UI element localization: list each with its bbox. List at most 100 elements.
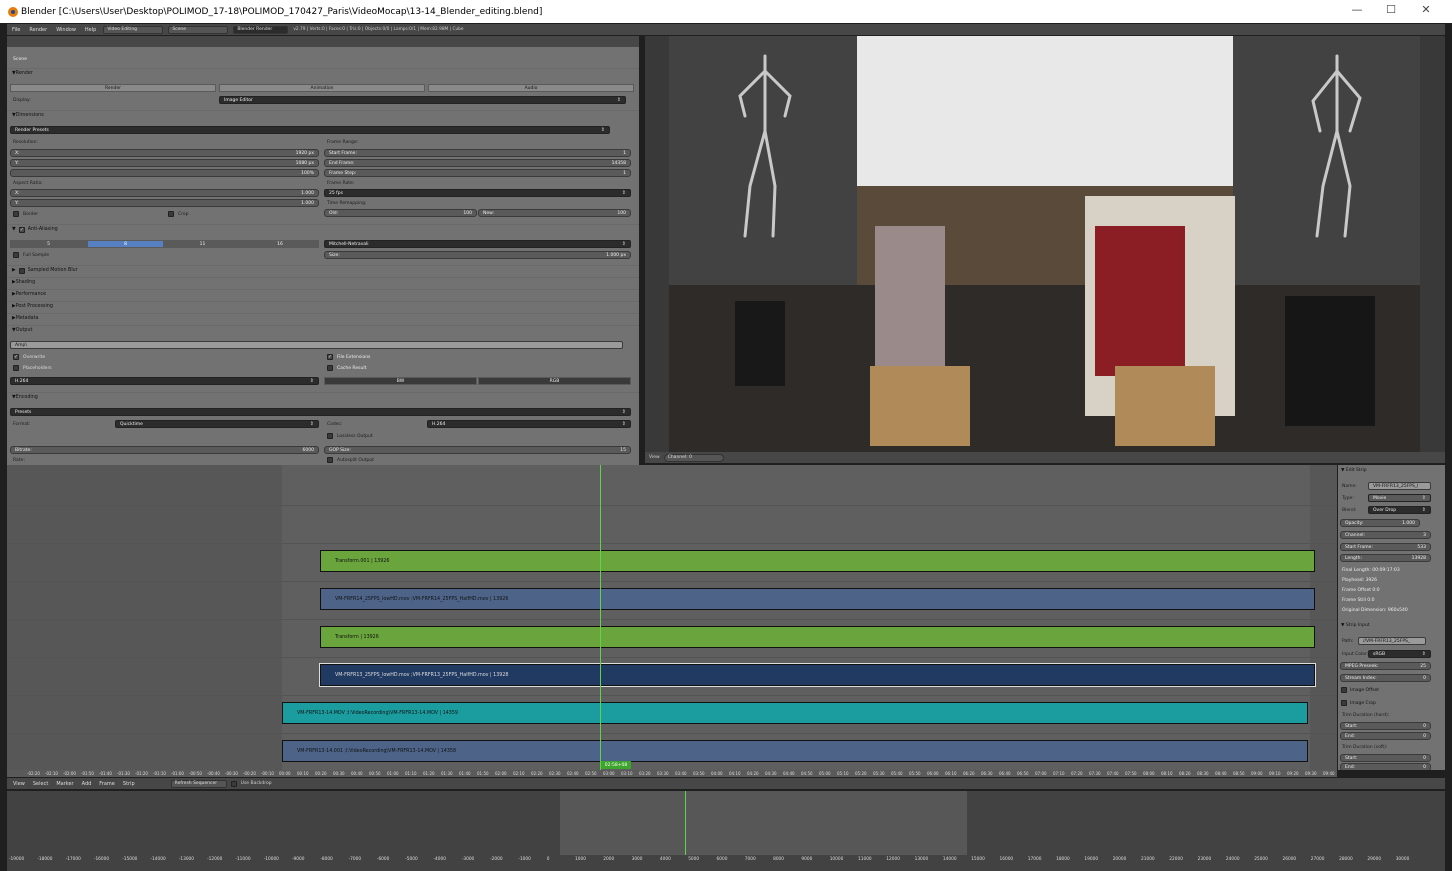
start-frame-field[interactable]: Start Frame: 533 bbox=[1340, 543, 1431, 551]
aa-samples-8[interactable]: 8 bbox=[87, 240, 164, 248]
resolution-x-field[interactable]: X: 1920 px bbox=[10, 149, 319, 157]
remap-old-field[interactable]: Old: 100 bbox=[324, 209, 477, 217]
resolution-y-field[interactable]: Y: 1080 px bbox=[10, 159, 319, 167]
scene-select[interactable]: Scene bbox=[168, 25, 229, 34]
close-icon[interactable]: ✕ bbox=[1416, 3, 1436, 16]
blend-mode-select[interactable]: Over Drop bbox=[1368, 506, 1431, 514]
gop-size-field[interactable]: GOP Size: 15 bbox=[324, 446, 631, 454]
minimize-icon[interactable]: — bbox=[1347, 3, 1367, 16]
antialiasing-checkbox[interactable] bbox=[18, 226, 25, 233]
strip-transform-001[interactable]: Transform.001 | 13926 bbox=[320, 550, 1315, 572]
maximize-icon[interactable]: ☐ bbox=[1381, 3, 1401, 16]
cache-result-checkbox[interactable] bbox=[327, 365, 333, 371]
trim-soft-start-field[interactable]: Start: 0 bbox=[1340, 754, 1431, 762]
strip-sound-frfr13-14[interactable]: VM-FRFR13-14.001 ;I:VideoRecording\VM-FR… bbox=[282, 740, 1308, 762]
strip-path-field[interactable]: //VM-FRFR13_25FPS_ bbox=[1358, 637, 1426, 645]
strip-type-select[interactable]: Movie bbox=[1368, 494, 1431, 502]
strip-input-header[interactable]: ▼ Strip Input bbox=[1341, 623, 1370, 628]
strip-movie-frfr13-14[interactable]: VM-FRFR13-14.MOV ;I:VideoRecording\VM-FR… bbox=[282, 702, 1308, 724]
aspect-y-field[interactable]: Y: 1.000 bbox=[10, 199, 319, 207]
render-button[interactable]: Render bbox=[10, 84, 216, 92]
length-field[interactable]: Length: 13928 bbox=[1340, 554, 1431, 562]
color-bw-button[interactable]: BW bbox=[324, 377, 477, 385]
menu-render[interactable]: Render bbox=[27, 27, 49, 33]
seq-menu-add[interactable]: Add bbox=[80, 781, 94, 787]
seq-menu-frame[interactable]: Frame bbox=[97, 781, 117, 787]
border-checkbox[interactable] bbox=[13, 211, 19, 217]
animation-button[interactable]: Animation bbox=[219, 84, 425, 92]
edit-strip-header[interactable]: ▼ Edit Strip bbox=[1341, 468, 1367, 473]
codec-select[interactable]: H.264 bbox=[427, 420, 631, 428]
seq-menu-select[interactable]: Select bbox=[31, 781, 50, 787]
file-format-select[interactable]: H.264 bbox=[10, 377, 319, 385]
aa-samples-16[interactable]: 16 bbox=[241, 240, 319, 248]
panel-performance-header[interactable]: ▶ Performance bbox=[7, 289, 639, 299]
panel-shading-header[interactable]: ▶ Shading bbox=[7, 277, 639, 287]
panel-motion-blur-header[interactable]: ▶ Sampled Motion Blur bbox=[7, 265, 639, 275]
use-backdrop-checkbox[interactable] bbox=[230, 780, 237, 787]
panel-antialiasing-header[interactable]: ▼ Anti-Aliasing bbox=[7, 224, 639, 234]
panel-encoding-header[interactable]: ▼ Encoding bbox=[7, 392, 639, 402]
refresh-sequencer-button[interactable]: Refresh Sequencer bbox=[170, 779, 227, 788]
preview-view-menu[interactable]: View bbox=[649, 455, 660, 460]
timeline-playhead[interactable] bbox=[685, 791, 686, 855]
menu-file[interactable]: File bbox=[10, 27, 22, 33]
aa-samples-5[interactable]: 5 bbox=[10, 240, 87, 248]
audio-button[interactable]: Audio bbox=[428, 84, 634, 92]
end-frame-field[interactable]: End Frame: 14358 bbox=[324, 159, 631, 167]
panel-metadata-header[interactable]: ▶ Metadata bbox=[7, 313, 639, 323]
strip-movie-frfr13-selected[interactable]: VM-FRFR13_25FPS_lowHD.mov ;VM-FRFR13_25F… bbox=[319, 663, 1316, 687]
trim-hard-start-field[interactable]: Start: 0 bbox=[1340, 722, 1431, 730]
output-path-field[interactable]: Amp\ bbox=[10, 341, 623, 349]
panel-output-header[interactable]: ▼ Output bbox=[7, 325, 639, 335]
trim-hard-end-field[interactable]: End: 0 bbox=[1340, 732, 1431, 740]
panel-render-header[interactable]: ▼ Render bbox=[7, 68, 639, 78]
input-color-select[interactable]: sRGB bbox=[1368, 650, 1431, 658]
aa-filter-select[interactable]: Mitchell-Netravali bbox=[324, 240, 631, 248]
motion-blur-checkbox[interactable] bbox=[18, 267, 25, 274]
strip-transform[interactable]: Transform | 13926 bbox=[320, 626, 1315, 648]
menu-help[interactable]: Help bbox=[83, 27, 98, 33]
strip-name-field[interactable]: VM-FRFR13_25FPS_l bbox=[1368, 482, 1431, 490]
screen-layout-select[interactable]: Video Editing bbox=[103, 25, 164, 34]
opacity-field[interactable]: Opacity: 1.000 bbox=[1340, 519, 1420, 527]
seq-menu-strip[interactable]: Strip bbox=[121, 781, 137, 787]
start-frame-field[interactable]: Start Frame: 1 bbox=[324, 149, 631, 157]
image-offset-checkbox[interactable] bbox=[1341, 687, 1347, 693]
bitrate-field[interactable]: Bitrate: 6000 bbox=[10, 446, 319, 454]
display-select[interactable]: Image Editor bbox=[219, 96, 626, 104]
aa-size-field[interactable]: Size: 1.000 px bbox=[324, 251, 631, 259]
placeholders-checkbox[interactable] bbox=[13, 365, 19, 371]
render-engine-select[interactable]: Blender Render bbox=[233, 25, 289, 34]
seq-menu-view[interactable]: View bbox=[11, 781, 27, 787]
resolution-percent-field[interactable]: 100% bbox=[10, 169, 319, 177]
aspect-x-field[interactable]: X: 1.000 bbox=[10, 189, 319, 197]
seq-menu-marker[interactable]: Marker bbox=[54, 781, 75, 787]
autosplit-checkbox[interactable] bbox=[327, 457, 333, 463]
trim-soft-end-field[interactable]: End: 0 bbox=[1340, 763, 1431, 770]
remap-new-field[interactable]: New: 100 bbox=[478, 209, 631, 217]
mpeg-preseek-field[interactable]: MPEG Preseek: 25 bbox=[1340, 662, 1431, 670]
ruler-tick-label: -01:20 bbox=[135, 771, 148, 776]
full-sample-checkbox[interactable] bbox=[13, 252, 19, 258]
file-extensions-checkbox[interactable] bbox=[327, 354, 333, 360]
encoding-format-select[interactable]: Quicktime bbox=[115, 420, 319, 428]
lossless-checkbox[interactable] bbox=[327, 433, 333, 439]
strip-movie-frfr14[interactable]: VM-FRFR14_25FPS_lowHD.mov ;VM-FRFR14_25F… bbox=[320, 588, 1315, 610]
channel-field[interactable]: Channel: 0 bbox=[663, 453, 724, 462]
menu-window[interactable]: Window bbox=[54, 27, 78, 33]
crop-checkbox[interactable] bbox=[168, 211, 174, 217]
overwrite-checkbox[interactable] bbox=[13, 354, 19, 360]
render-presets-select[interactable]: Render Presets bbox=[10, 126, 610, 134]
panel-post-processing-header[interactable]: ▶ Post Processing bbox=[7, 301, 639, 311]
channel-field[interactable]: Channel: 3 bbox=[1340, 531, 1431, 539]
stream-index-field[interactable]: Stream Index: 0 bbox=[1340, 674, 1431, 682]
aa-samples-11[interactable]: 11 bbox=[164, 240, 241, 248]
encoding-presets-select[interactable]: Presets bbox=[10, 408, 631, 416]
playhead-line[interactable] bbox=[600, 465, 601, 770]
image-crop-checkbox[interactable] bbox=[1341, 700, 1347, 706]
panel-dimensions-header[interactable]: ▼ Dimensions bbox=[7, 110, 639, 120]
frame-rate-select[interactable]: 25 fps bbox=[324, 189, 631, 197]
color-rgb-button[interactable]: RGB bbox=[478, 377, 631, 385]
frame-step-field[interactable]: Frame Step: 1 bbox=[324, 169, 631, 177]
